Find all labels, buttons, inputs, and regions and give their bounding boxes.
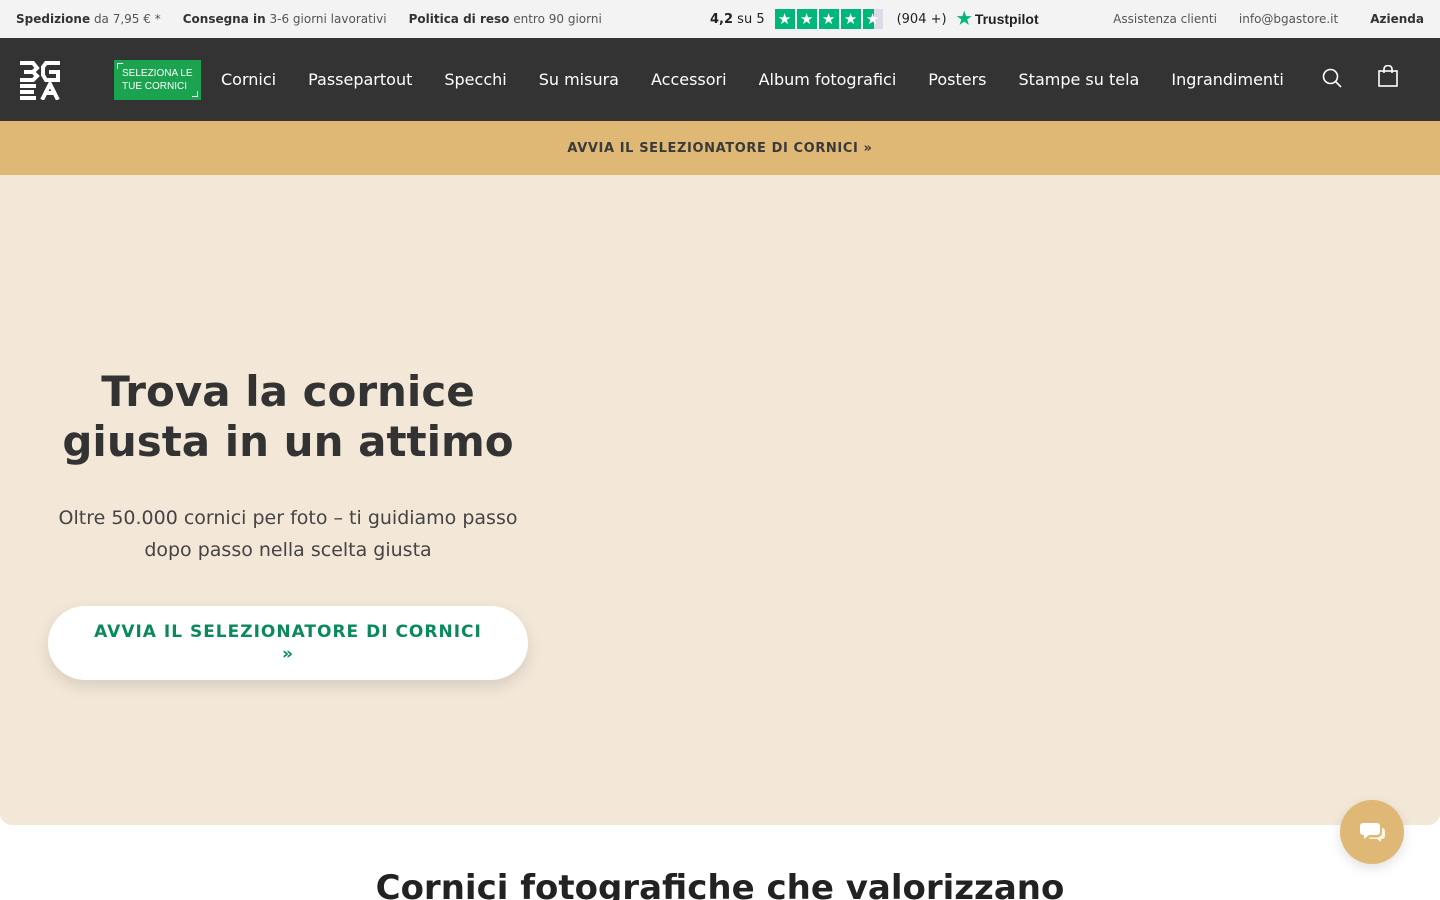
frame-selector-badge[interactable]: SELEZIONA LE TUE CORNICI (114, 60, 201, 100)
star-icon: ★ (840, 9, 861, 29)
shipping-value: da 7,95 € * (93, 12, 161, 26)
nav-item-album-fotografici[interactable]: Album fotografici (759, 70, 897, 89)
chat-bubbles-icon (1360, 823, 1385, 842)
company-link[interactable]: Azienda (1370, 12, 1424, 26)
shipping-label: Spedizione (16, 12, 91, 26)
trustpilot-star-icon: ★ (956, 9, 972, 28)
nav-item-passepartout[interactable]: Passepartout (308, 70, 412, 89)
nav-item-su-misura[interactable]: Su misura (539, 70, 619, 89)
search-icon[interactable] (1322, 68, 1342, 88)
returns-value: entro 90 giorni (513, 12, 602, 26)
shopping-bag-icon[interactable] (1378, 65, 1398, 87)
shipping-info: Spedizione da 7,95 € * (16, 12, 161, 26)
section-title: Cornici fotografiche che valorizzano (375, 868, 1065, 900)
delivery-info: Consegna in 3-6 giorni lavorativi (183, 12, 387, 26)
top-info-bar: Spedizione da 7,95 € * Consegna in 3-6 g… (0, 0, 1440, 38)
star-half-icon: ★ (862, 9, 883, 29)
star-icon: ★ (818, 9, 839, 29)
customer-service-link[interactable]: Assistenza clienti (1113, 12, 1217, 26)
nav-item-ingrandimenti[interactable]: Ingrandimenti (1171, 70, 1283, 89)
chat-button[interactable] (1340, 800, 1404, 864)
start-frame-selector-button-label: AVVIA IL SELEZIONATORE DI CORNICI » (94, 622, 482, 664)
delivery-label: Consegna in (182, 12, 266, 26)
star-icon: ★ (774, 9, 795, 29)
hero-subtitle: Oltre 50.000 cornici per foto – ti guidi… (58, 507, 518, 561)
banner-text: AVVIA IL SELEZIONATORE DI CORNICI » (567, 140, 873, 156)
hero-title: Trova la cornice giusta in un attimo (62, 367, 514, 466)
returns-info: Politica di reso entro 90 giorni (409, 12, 602, 26)
top-links: Assistenza clienti info@bgastore.it Azie… (1091, 0, 1424, 38)
returns-label: Politica di reso (408, 12, 510, 26)
rating-stars: ★ ★ ★ ★ ★ (774, 9, 885, 29)
nav-item-specchi[interactable]: Specchi (444, 70, 506, 89)
trustpilot-widget[interactable]: 4,2 su 5 ★ ★ ★ ★ ★ (904 +) ★ Trustpilot (710, 0, 1039, 38)
bga-logo[interactable] (20, 60, 62, 100)
hero-section: Trova la cornice giusta in un attimo Olt… (0, 175, 1440, 825)
frame-selector-banner[interactable]: AVVIA IL SELEZIONATORE DI CORNICI » (0, 121, 1440, 175)
nav-menu: Cornici Passepartout Specchi Su misura A… (221, 38, 1316, 121)
nav-item-accessori[interactable]: Accessori (651, 70, 727, 89)
frame-selector-badge-label: SELEZIONA LE TUE CORNICI (122, 68, 193, 92)
nav-item-stampe-su-tela[interactable]: Stampe su tela (1019, 70, 1140, 89)
rating-score: 4,2 su 5 (710, 11, 765, 27)
nav-item-posters[interactable]: Posters (928, 70, 986, 89)
main-nav: SELEZIONA LE TUE CORNICI Cornici Passepa… (0, 38, 1440, 121)
star-icon: ★ (796, 9, 817, 29)
delivery-value: 3-6 giorni lavorativi (269, 12, 387, 26)
start-frame-selector-button[interactable]: AVVIA IL SELEZIONATORE DI CORNICI » (48, 606, 528, 680)
nav-item-cornici[interactable]: Cornici (221, 70, 276, 89)
trustpilot-logo: ★ Trustpilot (956, 9, 1039, 28)
email-link[interactable]: info@bgastore.it (1239, 12, 1338, 26)
rating-count: (904 +) (896, 11, 947, 27)
